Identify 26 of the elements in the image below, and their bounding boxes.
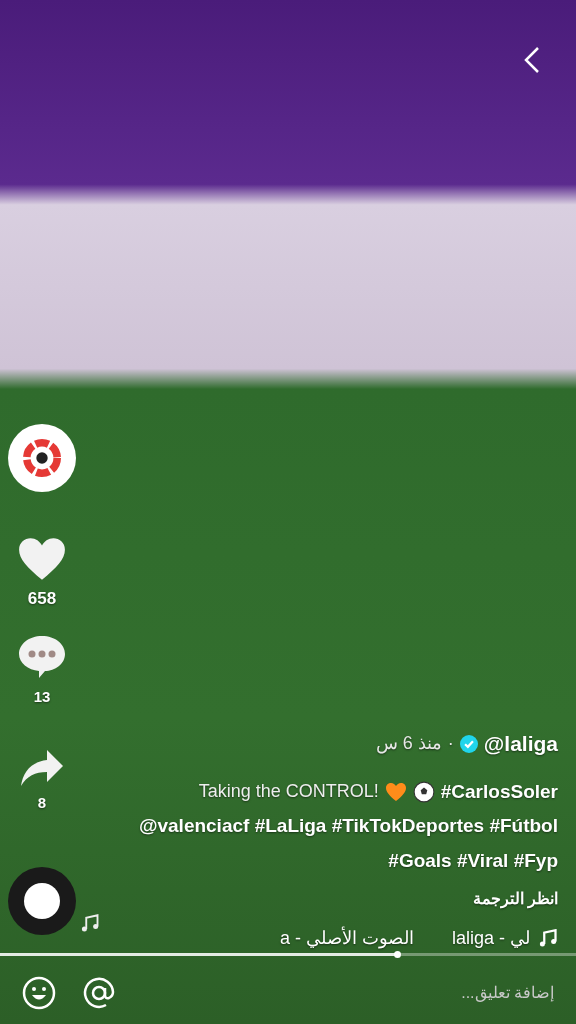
mention-icon[interactable] [82,976,116,1010]
see-translation-link[interactable]: انظر الترجمة [472,887,558,911]
comment-input[interactable]: إضافة تعليق... [142,981,554,1005]
hashtag-line[interactable]: #Goals #Viral #Fyp [388,846,558,875]
emoji-icon[interactable] [22,976,56,1010]
separator-dot: · [447,732,454,756]
author-handle[interactable]: @laliga [483,728,558,760]
back-icon[interactable] [524,46,540,74]
music-note-icon [538,928,558,949]
like-count: 658 [27,588,57,610]
share-icon[interactable] [19,748,65,788]
sound-title[interactable]: الصوت الأصلي - a [279,925,414,952]
heart-icon[interactable] [17,536,67,582]
sound-title[interactable]: لي - laliga [451,925,530,952]
hashtag-line[interactable]: @valenciacf #LaLiga #TikTokDeportes #Fútbol [138,812,558,841]
hashtag-link[interactable]: #CarlosSoler [440,777,558,806]
progress-track[interactable] [0,953,576,956]
caption-text: Taking the CONTROL! [198,780,379,804]
progress-thumb[interactable] [394,951,402,958]
comment-icon[interactable] [17,633,67,680]
music-note-icon [80,914,100,934]
soccer-ball-icon [412,780,435,803]
heart-emoji-icon [384,781,407,802]
comment-count: 13 [33,686,51,707]
post-time: منذ 6 س [375,732,442,756]
share-count: 8 [37,793,47,813]
